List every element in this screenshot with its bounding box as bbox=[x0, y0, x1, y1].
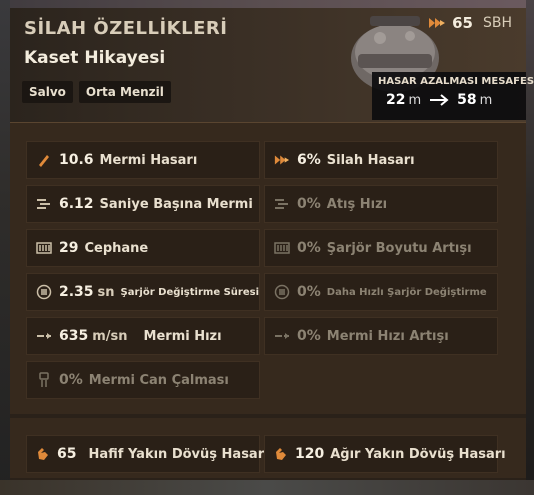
souls-icon bbox=[429, 18, 446, 28]
stat-lifesteal: 0% Mermi Can Çalması bbox=[26, 361, 260, 399]
stat-bullet-speed: 635 m/sn Mermi Hızı bbox=[26, 317, 260, 355]
level-value: 65 bbox=[452, 14, 473, 32]
stat-weapon-damage: 6% Silah Hasarı bbox=[264, 141, 498, 179]
bullet-speed-icon bbox=[35, 327, 53, 345]
fire-rate-icon bbox=[273, 195, 291, 213]
falloff-box: HASAR AZALMASI MESAFESİ 22 m 58 m bbox=[372, 72, 534, 120]
background-right-edge bbox=[526, 0, 534, 495]
reload-icon bbox=[35, 283, 53, 301]
background-top bbox=[0, 0, 534, 8]
fire-rate-icon bbox=[35, 195, 53, 213]
background-bottom bbox=[0, 480, 534, 495]
stat-clip-size: 0% Şarjör Boyutu Artışı bbox=[264, 229, 498, 267]
reload-icon bbox=[273, 283, 291, 301]
stat-light-melee: 65 Hafif Yakın Dövüş Hasarı bbox=[26, 435, 269, 473]
background-left-edge bbox=[0, 0, 10, 495]
fist-icon bbox=[273, 445, 289, 463]
stat-fire-rate: 0% Atış Hızı bbox=[264, 185, 498, 223]
soul-level: 65 SBH bbox=[428, 14, 512, 32]
stat-reload-faster: 0% Daha Hızlı Şarjör Değiştirme bbox=[264, 273, 498, 311]
ammo-icon bbox=[35, 239, 53, 257]
weapon-damage-icon bbox=[273, 151, 291, 169]
weapon-header: SİLAH ÖZELLİKLERİ Kaset Hikayesi Salvo O… bbox=[10, 8, 534, 122]
stat-bullet-speed-increase: 0% Mermi Hızı Artışı bbox=[264, 317, 498, 355]
melee-panel: 65 Hafif Yakın Dövüş Hasarı 120 Ağır Yak… bbox=[10, 418, 526, 478]
tag-range: Orta Menzil bbox=[78, 81, 171, 103]
weapon-name: Kaset Hikayesi bbox=[24, 48, 166, 68]
arrow-right-icon bbox=[430, 94, 449, 106]
falloff-to: 58 m bbox=[457, 92, 493, 108]
stat-heavy-melee: 120 Ağır Yakın Dövüş Hasarı bbox=[264, 435, 506, 473]
lifesteal-icon bbox=[35, 371, 53, 389]
falloff-values: 22 m 58 m bbox=[386, 92, 520, 108]
weapon-tags: Salvo Orta Menzil bbox=[22, 81, 171, 103]
stat-bullets-per-second: 6.12 Saniye Başına Mermi bbox=[26, 185, 260, 223]
bullet-speed-icon bbox=[273, 327, 291, 345]
fist-icon bbox=[35, 445, 51, 463]
ammo-icon bbox=[273, 239, 291, 257]
falloff-from: 22 m bbox=[386, 92, 422, 108]
stat-reload-time: 2.35 sn Şarjör Değiştirme Süresi bbox=[26, 273, 260, 311]
falloff-label: HASAR AZALMASI MESAFESİ bbox=[378, 76, 534, 87]
stats-panel: 10.6 Mermi Hasarı 6% Silah Hasarı 6.12 S… bbox=[10, 122, 526, 414]
tag-salvo: Salvo bbox=[22, 81, 73, 103]
panel-title: SİLAH ÖZELLİKLERİ bbox=[24, 18, 228, 39]
stat-ammo: 29 Cephane bbox=[26, 229, 260, 267]
bullet-icon bbox=[35, 151, 53, 169]
level-unit: SBH bbox=[482, 15, 512, 31]
stat-bullet-damage: 10.6 Mermi Hasarı bbox=[26, 141, 260, 179]
